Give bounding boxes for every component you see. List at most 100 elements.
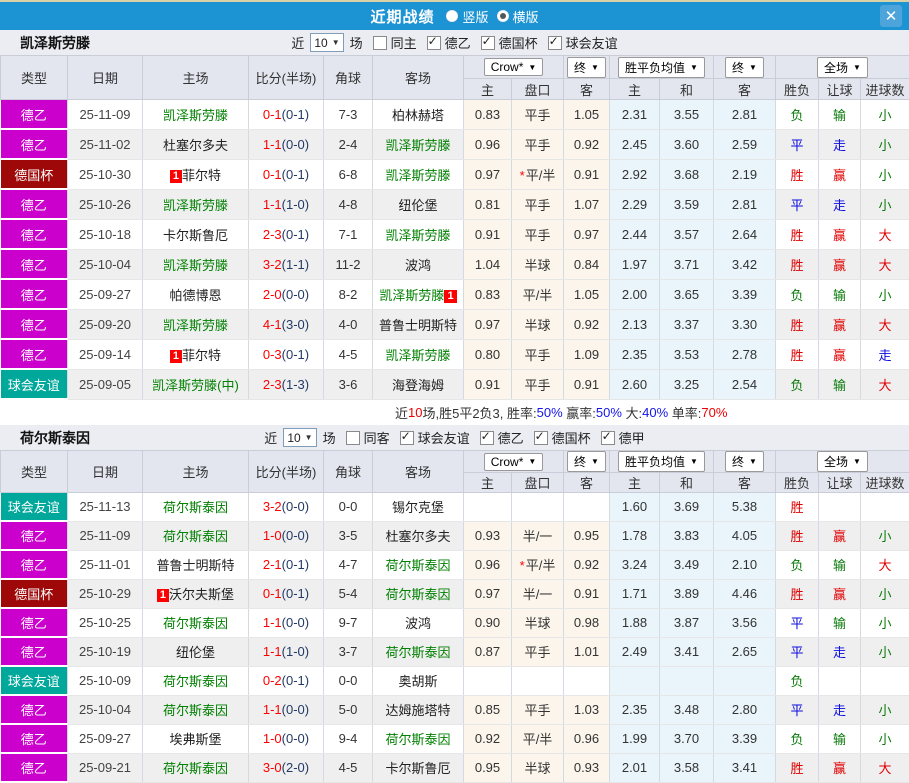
- avg-odds-select[interactable]: 胜平负均值▼: [618, 451, 705, 472]
- team-link[interactable]: 帕德博恩: [169, 288, 221, 303]
- team-link[interactable]: 凯泽斯劳滕: [163, 318, 228, 333]
- away-team-cell[interactable]: 锡尔克堡: [373, 493, 464, 522]
- team-link[interactable]: 普鲁士明斯特: [379, 318, 457, 333]
- away-team-cell[interactable]: 凯泽斯劳滕: [373, 339, 464, 369]
- team-link[interactable]: 奥胡斯: [398, 674, 437, 689]
- away-team-cell[interactable]: 荷尔斯泰因: [373, 579, 464, 608]
- home-team-cell[interactable]: 杜塞尔多夫: [143, 129, 249, 159]
- home-team-cell[interactable]: 荷尔斯泰因: [143, 493, 249, 522]
- away-team-cell[interactable]: 波鸿: [373, 249, 464, 279]
- home-team-cell[interactable]: 1菲尔特: [143, 159, 249, 189]
- team-link[interactable]: 凯泽斯劳滕: [385, 348, 450, 363]
- home-team-cell[interactable]: 凯泽斯劳滕: [143, 309, 249, 339]
- home-team-cell[interactable]: 荷尔斯泰因: [143, 521, 249, 550]
- team-link[interactable]: 纽伦堡: [398, 198, 437, 213]
- away-team-cell[interactable]: 荷尔斯泰因: [373, 724, 464, 753]
- layout-radio-horizontal[interactable]: [497, 10, 509, 22]
- avg-final-select[interactable]: 终▼: [725, 451, 764, 472]
- team-link[interactable]: 荷尔斯泰因: [163, 674, 228, 689]
- team-link[interactable]: 达姆施塔特: [385, 703, 450, 718]
- home-team-cell[interactable]: 1菲尔特: [143, 339, 249, 369]
- home-team-cell[interactable]: 普鲁士明斯特: [143, 550, 249, 579]
- home-team-cell[interactable]: 埃弗斯堡: [143, 724, 249, 753]
- odds-company-select[interactable]: Crow*▼: [484, 58, 544, 76]
- team-link[interactable]: 荷尔斯泰因: [163, 529, 228, 544]
- recent-count-select[interactable]: 10▼: [283, 428, 316, 447]
- team-link[interactable]: 凯泽斯劳滕(中): [152, 378, 239, 393]
- league-checkbox-3[interactable]: [601, 431, 615, 445]
- home-team-cell[interactable]: 荷尔斯泰因: [143, 666, 249, 695]
- layout-radio-vertical[interactable]: [446, 10, 458, 22]
- league-checkbox-2[interactable]: [534, 431, 548, 445]
- home-team-cell[interactable]: 1沃尔夫斯堡: [143, 579, 249, 608]
- league-checkbox-0[interactable]: [400, 431, 414, 445]
- away-team-cell[interactable]: 荷尔斯泰因: [373, 637, 464, 666]
- away-team-cell[interactable]: 海登海姆: [373, 369, 464, 399]
- same-venue-checkbox[interactable]: [346, 431, 360, 445]
- avg-odds-select[interactable]: 胜平负均值▼: [618, 57, 705, 78]
- home-team-cell[interactable]: 荷尔斯泰因: [143, 753, 249, 782]
- team-link[interactable]: 荷尔斯泰因: [385, 558, 450, 573]
- scope-select[interactable]: 全场▼: [817, 57, 868, 78]
- team-link[interactable]: 凯泽斯劳滕: [379, 288, 444, 303]
- team-link[interactable]: 菲尔特: [182, 168, 221, 183]
- team-link[interactable]: 杜塞尔多夫: [385, 529, 450, 544]
- away-team-cell[interactable]: 奥胡斯: [373, 666, 464, 695]
- team-link[interactable]: 埃弗斯堡: [169, 732, 221, 747]
- team-link[interactable]: 凯泽斯劳滕: [385, 138, 450, 153]
- team-link[interactable]: 凯泽斯劳滕: [385, 228, 450, 243]
- home-team-cell[interactable]: 荷尔斯泰因: [143, 695, 249, 724]
- team-link[interactable]: 凯泽斯劳滕: [385, 168, 450, 183]
- team-link[interactable]: 沃尔夫斯堡: [169, 587, 234, 602]
- league-checkbox-2[interactable]: [548, 36, 562, 50]
- team-link[interactable]: 凯泽斯劳滕: [163, 108, 228, 123]
- away-team-cell[interactable]: 凯泽斯劳滕: [373, 129, 464, 159]
- team-link[interactable]: 菲尔特: [182, 348, 221, 363]
- away-team-cell[interactable]: 凯泽斯劳滕: [373, 219, 464, 249]
- home-team-cell[interactable]: 帕德博恩: [143, 279, 249, 309]
- league-checkbox-1[interactable]: [481, 36, 495, 50]
- away-team-cell[interactable]: 普鲁士明斯特: [373, 309, 464, 339]
- home-team-cell[interactable]: 凯泽斯劳滕: [143, 249, 249, 279]
- home-team-cell[interactable]: 凯泽斯劳滕(中): [143, 369, 249, 399]
- team-link[interactable]: 荷尔斯泰因: [163, 761, 228, 776]
- away-team-cell[interactable]: 卡尔斯鲁厄: [373, 753, 464, 782]
- team-link[interactable]: 杜塞尔多夫: [163, 138, 228, 153]
- league-checkbox-1[interactable]: [480, 431, 494, 445]
- avg-final-select[interactable]: 终▼: [725, 57, 764, 78]
- team-link[interactable]: 荷尔斯泰因: [385, 645, 450, 660]
- team-link[interactable]: 荷尔斯泰因: [385, 732, 450, 747]
- home-team-cell[interactable]: 纽伦堡: [143, 637, 249, 666]
- team-link[interactable]: 荷尔斯泰因: [385, 587, 450, 602]
- away-team-cell[interactable]: 凯泽斯劳滕: [373, 159, 464, 189]
- away-team-cell[interactable]: 柏林赫塔: [373, 100, 464, 130]
- team-link[interactable]: 普鲁士明斯特: [156, 558, 234, 573]
- team-link[interactable]: 波鸿: [405, 258, 431, 273]
- same-venue-checkbox[interactable]: [373, 36, 387, 50]
- home-team-cell[interactable]: 凯泽斯劳滕: [143, 100, 249, 130]
- team-link[interactable]: 锡尔克堡: [392, 500, 444, 515]
- team-link[interactable]: 柏林赫塔: [392, 108, 444, 123]
- odds-final-select[interactable]: 终▼: [567, 451, 606, 472]
- home-team-cell[interactable]: 荷尔斯泰因: [143, 608, 249, 637]
- team-link[interactable]: 海登海姆: [392, 378, 444, 393]
- away-team-cell[interactable]: 荷尔斯泰因: [373, 550, 464, 579]
- home-team-cell[interactable]: 凯泽斯劳滕: [143, 189, 249, 219]
- team-link[interactable]: 荷尔斯泰因: [163, 703, 228, 718]
- team-link[interactable]: 荷尔斯泰因: [163, 500, 228, 515]
- away-team-cell[interactable]: 达姆施塔特: [373, 695, 464, 724]
- home-team-cell[interactable]: 卡尔斯鲁厄: [143, 219, 249, 249]
- away-team-cell[interactable]: 杜塞尔多夫: [373, 521, 464, 550]
- team-link[interactable]: 卡尔斯鲁厄: [385, 761, 450, 776]
- team-link[interactable]: 荷尔斯泰因: [163, 616, 228, 631]
- recent-count-select[interactable]: 10▼: [310, 33, 343, 52]
- away-team-cell[interactable]: 波鸿: [373, 608, 464, 637]
- scope-select[interactable]: 全场▼: [817, 451, 868, 472]
- odds-final-select[interactable]: 终▼: [567, 57, 606, 78]
- team-link[interactable]: 凯泽斯劳滕: [163, 258, 228, 273]
- odds-company-select[interactable]: Crow*▼: [484, 453, 544, 471]
- away-team-cell[interactable]: 纽伦堡: [373, 189, 464, 219]
- league-checkbox-0[interactable]: [427, 36, 441, 50]
- away-team-cell[interactable]: 凯泽斯劳滕1: [373, 279, 464, 309]
- close-button[interactable]: ✕: [880, 5, 902, 27]
